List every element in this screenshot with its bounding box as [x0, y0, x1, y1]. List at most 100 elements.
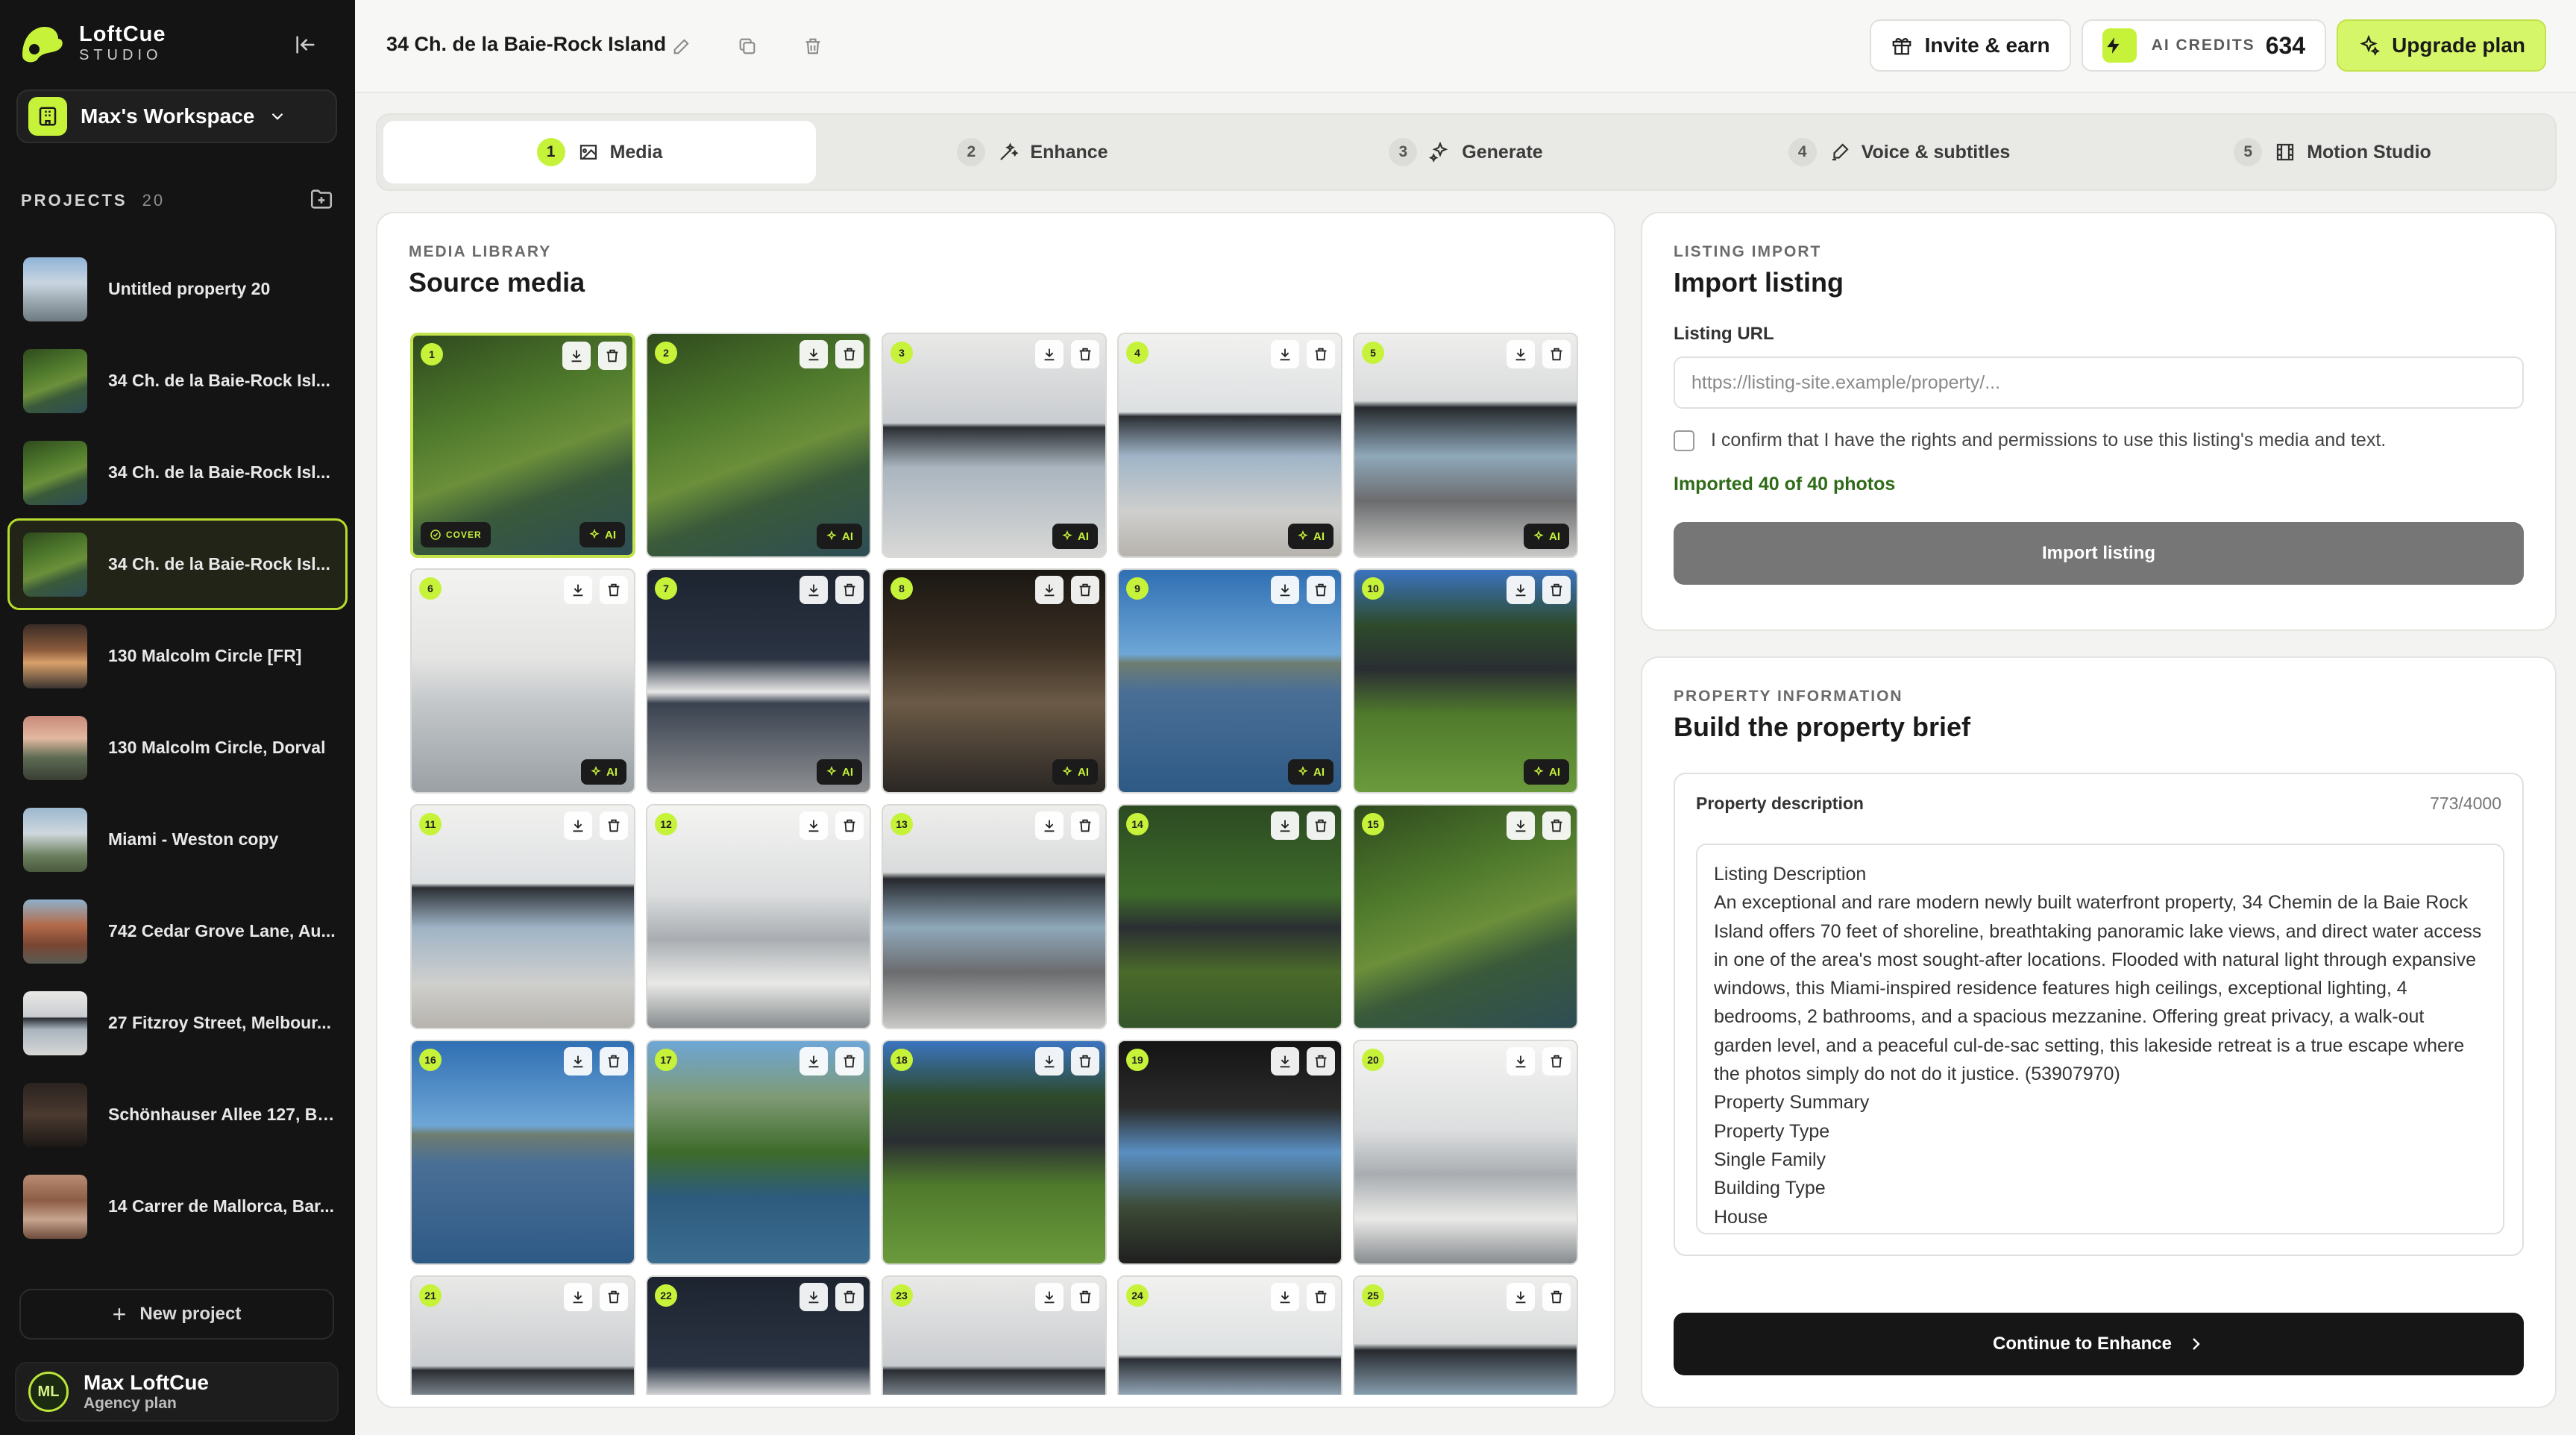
media-tile[interactable]: 1 AI COVER	[410, 333, 635, 558]
tab-voice-subtitles[interactable]: 4 Voice & subtitles	[1683, 121, 2116, 183]
media-tile[interactable]: 17	[646, 1040, 871, 1265]
project-item[interactable]: 742 Cedar Grove Lane, Au...	[7, 885, 348, 977]
download-button[interactable]	[1271, 1283, 1299, 1311]
download-button[interactable]	[799, 811, 828, 840]
download-button[interactable]	[564, 811, 592, 840]
delete-media-button[interactable]	[1071, 1047, 1099, 1076]
tab-enhance[interactable]: 2 Enhance	[816, 121, 1249, 183]
media-tile[interactable]: 12	[646, 804, 871, 1029]
delete-media-button[interactable]	[1071, 340, 1099, 368]
invite-earn-button[interactable]: Invite & earn	[1869, 19, 2071, 72]
project-item[interactable]: 130 Malcolm Circle [FR]	[7, 610, 348, 702]
download-button[interactable]	[564, 576, 592, 604]
media-tile[interactable]: 18	[882, 1040, 1107, 1265]
media-tile[interactable]: 4 AI	[1117, 333, 1342, 558]
download-button[interactable]	[1271, 1047, 1299, 1076]
ai-credits[interactable]: AI CREDITS 634	[2081, 19, 2327, 72]
delete-media-button[interactable]	[1071, 811, 1099, 840]
media-tile[interactable]: 13	[882, 804, 1107, 1029]
download-button[interactable]	[564, 1047, 592, 1076]
project-item[interactable]: Schönhauser Allee 127, Be...	[7, 1069, 348, 1161]
delete-media-button[interactable]	[1307, 1283, 1335, 1311]
delete-media-button[interactable]	[600, 1047, 628, 1076]
media-tile[interactable]: 3 AI	[882, 333, 1107, 558]
download-button[interactable]	[562, 342, 591, 370]
media-tile[interactable]: 9 AI	[1117, 568, 1342, 794]
download-button[interactable]	[1035, 340, 1064, 368]
media-tile[interactable]: 6 AI	[410, 568, 635, 794]
delete-media-button[interactable]	[1542, 340, 1571, 368]
project-item[interactable]: 34 Ch. de la Baie-Rock Isl...	[7, 518, 348, 610]
delete-media-button[interactable]	[1307, 1047, 1335, 1076]
property-description-textarea[interactable]: Listing Description An exceptional and r…	[1696, 844, 2504, 1234]
media-tile[interactable]: 15	[1353, 804, 1578, 1029]
user-account-card[interactable]: ML Max LoftCue Agency plan	[15, 1362, 339, 1422]
listing-url-input[interactable]	[1674, 357, 2524, 409]
download-button[interactable]	[799, 576, 828, 604]
tab-generate[interactable]: 3 Generate	[1249, 121, 1683, 183]
download-button[interactable]	[1507, 811, 1535, 840]
media-tile[interactable]: 22	[646, 1275, 871, 1395]
media-tile[interactable]: 23	[882, 1275, 1107, 1395]
tab-motion-studio[interactable]: 5 Motion Studio	[2116, 121, 2549, 183]
media-tile[interactable]: 19	[1117, 1040, 1342, 1265]
media-tile[interactable]: 10 AI	[1353, 568, 1578, 794]
media-tile[interactable]: 25	[1353, 1275, 1578, 1395]
rights-confirm-row[interactable]: I confirm that I have the rights and per…	[1674, 430, 2524, 451]
delete-media-button[interactable]	[835, 340, 864, 368]
delete-media-button[interactable]	[600, 1283, 628, 1311]
media-tile[interactable]: 14	[1117, 804, 1342, 1029]
project-item[interactable]: 14 Carrer de Mallorca, Bar...	[7, 1161, 348, 1252]
project-item[interactable]: Miami - Weston copy	[7, 794, 348, 885]
cover-badge[interactable]: COVER	[421, 522, 491, 547]
delete-project-button[interactable]	[799, 33, 826, 60]
download-button[interactable]	[1507, 1283, 1535, 1311]
tab-media[interactable]: 1 Media	[383, 121, 816, 183]
delete-media-button[interactable]	[1307, 340, 1335, 368]
import-listing-button[interactable]: Import listing	[1674, 522, 2524, 585]
media-grid[interactable]: 1 AI COVER 2 AI 3 AI 4 AI 5 AI 6 AI 7 AI 8 AI 9 AI 10 AI 11 12…	[410, 333, 1586, 1395]
media-tile[interactable]: 24	[1117, 1275, 1342, 1395]
delete-media-button[interactable]	[1307, 811, 1335, 840]
delete-media-button[interactable]	[1542, 811, 1571, 840]
delete-media-button[interactable]	[598, 342, 626, 370]
brand[interactable]: LoftCue STUDIO	[19, 22, 166, 64]
download-button[interactable]	[564, 1283, 592, 1311]
download-button[interactable]	[799, 1047, 828, 1076]
new-project-button[interactable]: + New project	[19, 1289, 334, 1340]
new-folder-button[interactable]	[309, 186, 334, 216]
media-tile[interactable]: 5 AI	[1353, 333, 1578, 558]
download-button[interactable]	[1271, 576, 1299, 604]
continue-to-enhance-button[interactable]: Continue to Enhance	[1674, 1313, 2524, 1375]
download-button[interactable]	[1271, 811, 1299, 840]
delete-media-button[interactable]	[835, 1283, 864, 1311]
project-item[interactable]: 34 Ch. de la Baie-Rock Isl...	[7, 335, 348, 427]
download-button[interactable]	[1035, 1283, 1064, 1311]
download-button[interactable]	[1507, 340, 1535, 368]
delete-media-button[interactable]	[1307, 576, 1335, 604]
delete-media-button[interactable]	[835, 1047, 864, 1076]
download-button[interactable]	[1035, 576, 1064, 604]
delete-media-button[interactable]	[835, 576, 864, 604]
delete-media-button[interactable]	[1542, 1283, 1571, 1311]
delete-media-button[interactable]	[1071, 576, 1099, 604]
delete-media-button[interactable]	[1071, 1283, 1099, 1311]
download-button[interactable]	[1035, 1047, 1064, 1076]
project-item[interactable]: 130 Malcolm Circle, Dorval	[7, 702, 348, 794]
delete-media-button[interactable]	[1542, 1047, 1571, 1076]
download-button[interactable]	[1271, 340, 1299, 368]
media-tile[interactable]: 11	[410, 804, 635, 1029]
delete-media-button[interactable]	[600, 576, 628, 604]
media-tile[interactable]: 8 AI	[882, 568, 1107, 794]
delete-media-button[interactable]	[1542, 576, 1571, 604]
workspace-switcher[interactable]: Max's Workspace	[16, 90, 337, 143]
media-tile[interactable]: 20	[1353, 1040, 1578, 1265]
download-button[interactable]	[1035, 811, 1064, 840]
duplicate-button[interactable]	[734, 33, 761, 60]
download-button[interactable]	[1507, 576, 1535, 604]
media-tile[interactable]: 21	[410, 1275, 635, 1395]
rights-checkbox[interactable]	[1674, 430, 1694, 451]
media-tile[interactable]: 16	[410, 1040, 635, 1265]
download-button[interactable]	[1507, 1047, 1535, 1076]
media-tile[interactable]: 2 AI	[646, 333, 871, 558]
